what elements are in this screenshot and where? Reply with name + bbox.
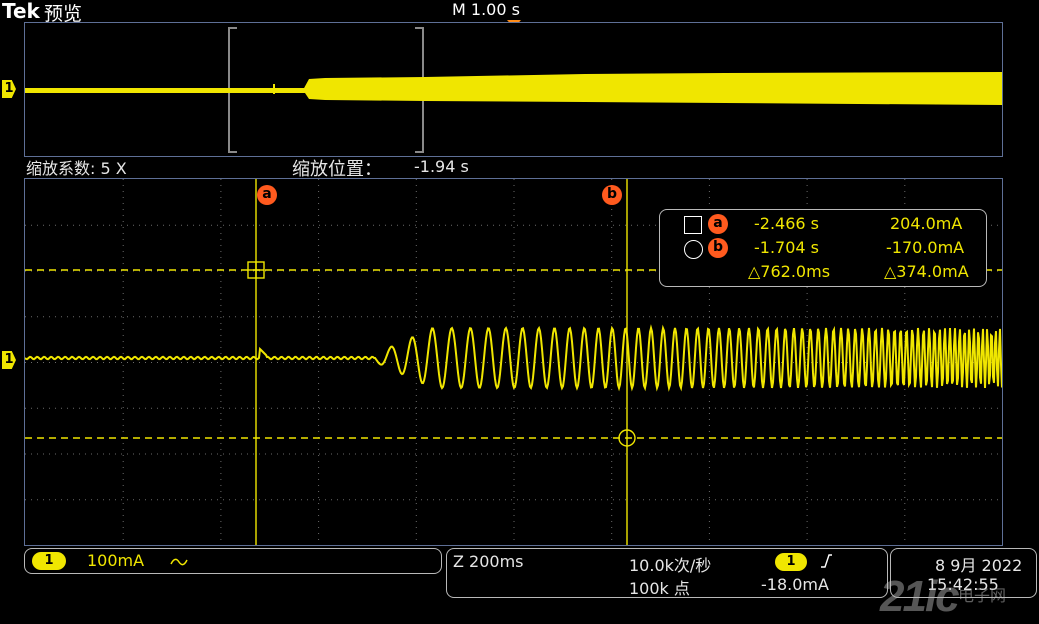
zoom-factor-label: 缩放系数: 5 X [26, 159, 127, 178]
ac-wave-icon [170, 558, 188, 566]
cursor-a-value: 204.0mA [890, 214, 963, 233]
overview-trace [25, 27, 1002, 153]
cursor-b-badge[interactable]: b [602, 185, 622, 205]
zoom-channel-marker[interactable]: 1 [2, 351, 16, 369]
cursor-delta-time: △762.0ms [748, 262, 831, 281]
brand-logo: Tek [2, 0, 40, 23]
cursor-delta-value: △374.0mA [884, 262, 969, 281]
watermark-logo: 21ic [880, 572, 960, 621]
trigger-channel-badge: 1 [775, 553, 807, 571]
watermark-sub: 电子网 [958, 586, 1007, 605]
timebase-label: M 1.00 s [452, 0, 520, 19]
channel-status-box[interactable]: 1 100mA [24, 548, 442, 574]
zoom-timebase: Z 200ms [453, 552, 524, 571]
cursor-a-time: -2.466 s [754, 214, 819, 233]
cursor-a-square-icon [684, 216, 702, 234]
overview-waveform-panel[interactable] [24, 22, 1003, 157]
rising-edge-icon [821, 554, 832, 568]
channel-badge: 1 [32, 552, 66, 570]
cursor-a-badge[interactable]: a [257, 185, 277, 205]
zoom-position-value: -1.94 s [414, 157, 469, 176]
overview-channel-marker[interactable]: 1 [2, 80, 16, 98]
cursor-readout-box: a -2.466 s 204.0mA b -1.704 s -170.0mA △… [659, 209, 987, 287]
acquisition-status-box[interactable]: Z 200ms 10.0k次/秒 100k 点 1 -18.0mA [446, 548, 888, 598]
cursor-b-value: -170.0mA [886, 238, 965, 257]
cursor-b-badge-small: b [708, 238, 728, 258]
record-length: 100k 点 [629, 579, 690, 598]
cursor-a-badge-small: a [708, 214, 728, 234]
cursor-b-circle-icon [684, 240, 703, 259]
cursor-b-time: -1.704 s [754, 238, 819, 257]
sample-rate: 10.0k次/秒 [629, 556, 712, 575]
channel-scale: 100mA [87, 551, 145, 570]
trigger-level: -18.0mA [761, 575, 829, 594]
